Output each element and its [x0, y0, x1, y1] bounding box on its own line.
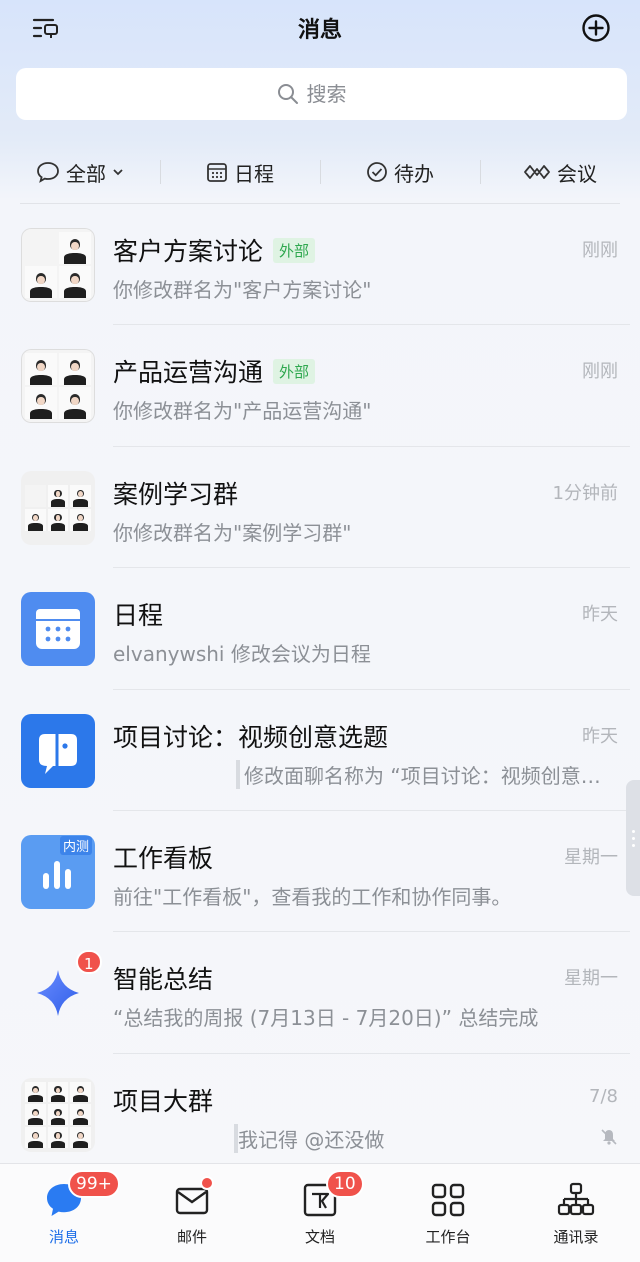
tab-label: 工作台: [425, 1228, 471, 1246]
search-icon: [277, 84, 298, 104]
meeting-chat-avatar: [21, 713, 95, 788]
filter-meeting-label: 会议: [557, 161, 597, 186]
filter-meeting[interactable]: 会议: [480, 150, 640, 194]
plus-circle-icon: [582, 14, 610, 42]
conversation-preview: “总结我的周报 (7月13日 - 7月20日)” 总结完成: [113, 1006, 539, 1031]
filter-all-label: 全部: [66, 161, 106, 186]
conversation-time: 1分钟前: [552, 482, 618, 504]
ai-summary-avatar: 1: [21, 950, 102, 1030]
conversation-name: 日程: [113, 601, 164, 631]
tab-label: 文档: [304, 1228, 335, 1246]
tab-messages[interactable]: 消息 99+: [0, 1164, 128, 1262]
tab-label: 消息: [48, 1228, 79, 1246]
schedule-avatar: [21, 592, 95, 667]
conversation-time: 刚刚: [582, 361, 618, 383]
group-avatar: [21, 470, 95, 545]
conversation-row[interactable]: 客户方案讨论 外部 刚刚 你修改群名为"客户方案讨论": [0, 204, 640, 326]
mute-bell-icon: [601, 1129, 617, 1145]
tab-label: 邮件: [176, 1228, 207, 1246]
conversation-preview: 修改面聊名称为 “项目讨论：视频创意选题”: [236, 759, 604, 789]
conversation-row[interactable]: 产品运营沟通 外部 刚刚 你修改群名为"产品运营沟通": [0, 325, 640, 447]
conversation-name: 工作看板: [113, 843, 214, 873]
chat-bubble-icon: [37, 162, 59, 183]
external-tag: 外部: [273, 237, 316, 263]
conversation-preview: 你修改群名为"产品运营沟通": [113, 399, 372, 424]
filter-schedule[interactable]: 日程: [160, 150, 320, 194]
conversation-row[interactable]: 内测 工作看板 星期一 前往"工作看板"，查看我的工作和协作同事。: [0, 811, 640, 933]
filter-bar: 全部 日程 待办 会议: [0, 150, 640, 194]
calendar-icon: [36, 609, 80, 650]
conversation-row[interactable]: 案例学习群 1分钟前 你修改群名为"案例学习群": [0, 447, 640, 569]
conversation-preview: 你修改群名为"客户方案讨论": [113, 278, 372, 302]
unread-badge: 1: [76, 950, 102, 975]
conversation-name: 客户方案讨论 外部: [113, 232, 316, 268]
conversation-time: 昨天: [582, 725, 618, 747]
search-bar[interactable]: [16, 68, 627, 120]
add-button[interactable]: [578, 10, 614, 46]
filter-all[interactable]: 全部: [0, 150, 160, 194]
conversation-row[interactable]: 1 智能总结 星期一 “总结我的周报 (7月13日 - 7月20日)” 总结完成: [0, 932, 640, 1054]
conversation-time: 星期一: [564, 846, 618, 868]
unread-dot: [200, 1176, 214, 1190]
bottom-tab-bar: 消息 99+ 邮件 文档 10 工作台 通讯录: [0, 1163, 640, 1262]
conversation-name: 项目讨论：视频创意选题: [113, 722, 389, 752]
tab-badge: 10: [326, 1170, 364, 1198]
external-tag: 外部: [273, 358, 316, 384]
conversation-time: 星期一: [564, 968, 618, 990]
dashboard-avatar: 内测: [21, 834, 95, 909]
filter-todo[interactable]: 待办: [320, 150, 480, 194]
tab-docs[interactable]: 文档 10: [256, 1164, 384, 1262]
conversation-name: 项目大群: [113, 1086, 214, 1116]
conversation-row[interactable]: 项目讨论：视频创意选题 昨天 修改面聊名称为 “项目讨论：视频创意选题”: [0, 690, 640, 811]
conversation-preview: elvanywshi 修改会议为日程: [113, 642, 371, 667]
tab-workbench[interactable]: 工作台: [384, 1164, 512, 1262]
conversation-preview: 前往"工作看板"，查看我的工作和协作同事。: [113, 884, 512, 909]
conversation-name: 产品运营沟通 外部: [113, 353, 316, 389]
page-title: 消息: [297, 18, 342, 43]
chat-face-icon: [39, 733, 77, 774]
org-chart-icon: [557, 1182, 595, 1216]
conversation-row[interactable]: 日程 昨天 elvanywshi 修改会议为日程: [0, 568, 640, 690]
tab-mail[interactable]: 邮件: [128, 1164, 256, 1262]
conversation-name: 智能总结: [113, 965, 214, 995]
header: 消息: [0, 0, 640, 56]
group-avatar: [21, 228, 95, 302]
conversation-list: 客户方案讨论 外部 刚刚 你修改群名为"客户方案讨论" 产品运营沟通 外部 刚刚…: [0, 204, 640, 1175]
tab-label: 通讯录: [553, 1228, 599, 1246]
chevron-down-icon: [113, 169, 123, 176]
tab-contacts[interactable]: 通讯录: [512, 1164, 640, 1262]
search-input[interactable]: [306, 82, 367, 106]
group-avatar: [21, 1077, 95, 1152]
conversation-time: 昨天: [582, 604, 618, 626]
conversation-preview: 我记得 @还没做: [234, 1123, 384, 1153]
conversation-time: 刚刚: [582, 240, 618, 261]
conversation-time: 7/8: [589, 1085, 618, 1107]
side-drawer-handle[interactable]: [626, 780, 640, 896]
tab-badge: 99+: [68, 1170, 120, 1198]
grid-apps-icon: [431, 1183, 465, 1217]
meeting-icon: [524, 165, 550, 179]
calendar-icon: [207, 163, 227, 182]
beta-tag: 内测: [59, 835, 92, 855]
conversation-preview: 你修改群名为"案例学习群": [113, 520, 352, 545]
filter-schedule-label: 日程: [234, 161, 274, 186]
check-circle-icon: [367, 162, 387, 182]
filter-todo-label: 待办: [394, 161, 434, 186]
conversation-name: 案例学习群: [113, 479, 239, 509]
group-avatar: [21, 349, 95, 424]
conversation-row[interactable]: 项目大群 7/8 我记得 @还没做: [0, 1054, 640, 1175]
